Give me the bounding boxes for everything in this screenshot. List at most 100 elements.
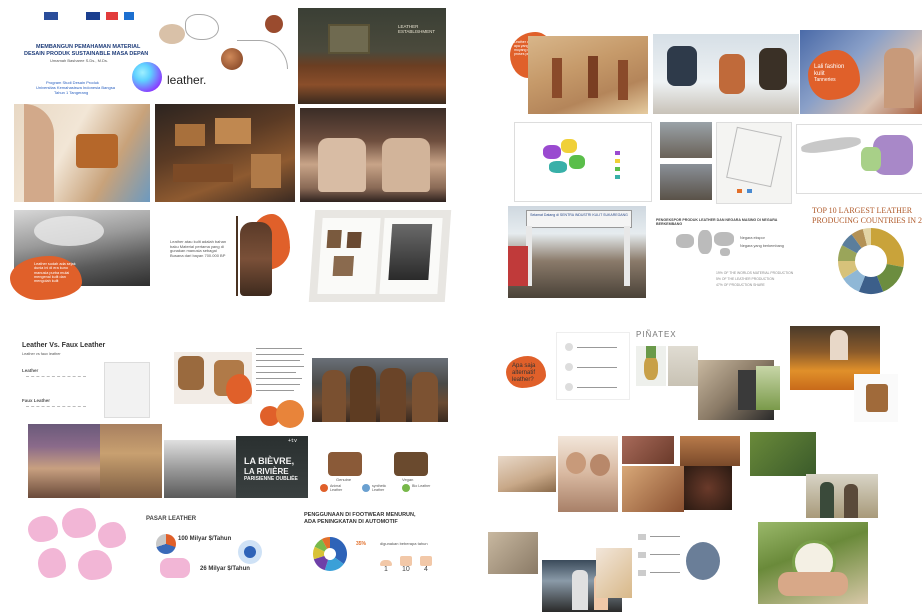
continent-asia xyxy=(714,232,734,246)
continent-americas xyxy=(676,234,694,248)
num-1: 1 xyxy=(384,566,388,573)
photo-tannery-workers xyxy=(100,424,162,498)
shoe-icon xyxy=(380,560,392,566)
donut-slice-0 xyxy=(871,228,904,268)
world-map-caption: PENGEKSPOR PRODUK LEATHER DAN NEGARA MAS… xyxy=(656,218,778,227)
photo-coconut xyxy=(758,522,868,604)
pilot-3 xyxy=(380,368,406,422)
text-line-1 xyxy=(256,348,302,349)
text-column xyxy=(256,348,308,400)
photo-car-interior xyxy=(300,108,446,202)
vs-faux-label: Faux Leather xyxy=(22,398,51,403)
legend-swatch-3 xyxy=(615,167,620,171)
book-photo xyxy=(388,224,433,280)
movie-title-3: PARISIENNE OUBLIÉE xyxy=(244,476,298,482)
continent-africa xyxy=(698,230,712,254)
chair-1 xyxy=(178,356,204,390)
leather-word: leather. xyxy=(167,73,207,87)
blob-text-history: Leather sudah ada sejak dunia ini di era… xyxy=(34,262,76,284)
map-city xyxy=(716,122,792,204)
book-item-1 xyxy=(326,230,342,248)
brown-bag-shape xyxy=(866,384,888,412)
logo-row xyxy=(44,12,144,22)
photo-women-portrait xyxy=(558,436,618,512)
orange-dot-2 xyxy=(276,400,304,428)
world-note-1: 19% OF THE WORLDS MATERIAL PRODUCTION xyxy=(716,271,794,275)
title-slide: MEMBANGUN PEMAHAMAN MATERIAL DESAIN PROD… xyxy=(14,10,162,102)
world-legend-1: Negara ekspor xyxy=(740,236,765,240)
caveman-spear xyxy=(236,216,238,296)
person-arm xyxy=(24,104,54,202)
pilot-4 xyxy=(412,372,438,422)
bag-shape xyxy=(76,134,118,168)
photo-leather-sofa: LEATHER ESTABLISHMENT xyxy=(298,8,446,104)
photo-open-book xyxy=(308,210,452,302)
photo-bievre-old xyxy=(164,440,236,498)
legend-swatch-4 xyxy=(615,175,620,179)
diagram-node-3 xyxy=(565,383,573,391)
info-line-3 xyxy=(650,572,680,573)
pasar-stat-2: 26 Milyar $/Tahun xyxy=(200,566,250,572)
farmer-2 xyxy=(844,484,858,518)
vs-icon-row-1 xyxy=(26,376,86,385)
alt-title-1: Apa saja xyxy=(512,363,536,369)
legend-swatch-2 xyxy=(615,159,620,163)
text-line-6 xyxy=(256,378,302,379)
alt-title-2: alternatif xyxy=(512,370,536,376)
sketch-hand xyxy=(237,40,288,69)
face-2 xyxy=(590,454,610,476)
smoke xyxy=(34,216,104,246)
photo-mushroom-leather-1 xyxy=(498,456,556,492)
photo-brown-wallet xyxy=(680,436,740,466)
world-legend-2: Negara yang berkembang xyxy=(740,244,784,248)
pink-continent-4 xyxy=(38,548,66,578)
bag-icon xyxy=(400,556,412,566)
map-blob-teal xyxy=(549,161,567,173)
leather-vs-faux-slide: Leather Vs. Faux Leather Leather vs faux… xyxy=(22,334,152,420)
photo-leaves xyxy=(750,432,816,476)
jacket-genuine xyxy=(328,452,362,476)
pill-bio xyxy=(402,484,410,492)
donut-chart-title-line1: TOP 10 LARGEST LEATHER xyxy=(812,206,913,215)
city-roads xyxy=(726,126,782,188)
text-line-2 xyxy=(256,354,304,355)
sketch-yarn-1 xyxy=(159,24,185,44)
java-island xyxy=(800,134,862,156)
map-blob-green xyxy=(569,155,585,169)
photo-jumping-people xyxy=(653,34,799,114)
photo-tannery-pools xyxy=(28,424,100,498)
map-legend xyxy=(615,151,643,187)
info-line-2 xyxy=(650,554,680,555)
text-line-3 xyxy=(256,360,300,361)
map-region-1 xyxy=(514,122,652,202)
diagram-node-2 xyxy=(565,363,573,371)
info-line-1 xyxy=(650,536,680,537)
diagram-line-3 xyxy=(577,387,617,388)
photo-handbag xyxy=(14,104,150,202)
street-photos xyxy=(660,122,712,202)
vs-leather-label: Leather xyxy=(22,368,39,373)
pasar-blue-dot xyxy=(244,546,256,558)
slide-title-line2: DESAIN PRODUK SUSTAINABLE MASA DEPAN xyxy=(24,51,149,57)
logo-4 xyxy=(124,12,134,20)
shop-front xyxy=(508,246,528,286)
photo-egyptian-mural xyxy=(528,36,648,114)
pasar-title: PASAR LEATHER xyxy=(146,516,197,522)
workshop-person-1 xyxy=(572,570,588,610)
car-seat-1 xyxy=(318,138,366,192)
num-2: 10 xyxy=(402,566,410,573)
leather-origin-text: Leather atau kulit adalah bahan baku Mat… xyxy=(170,239,227,258)
continent-australia xyxy=(720,248,730,256)
fashion-label-line3: Tanneries xyxy=(814,77,836,83)
pill-animal xyxy=(320,484,328,492)
jumper-2 xyxy=(719,54,745,94)
sofa-caption: LEATHER ESTABLISHMENT xyxy=(398,24,436,35)
legend-swatch-1 xyxy=(615,151,620,155)
street-photo-1 xyxy=(660,122,712,158)
diagram-line-1 xyxy=(577,347,617,348)
world-note-3: 47% OF PRODUCTION SHARE xyxy=(716,283,765,287)
coconut-hands xyxy=(778,572,848,596)
world-map xyxy=(676,228,736,262)
pineapple-body xyxy=(644,356,658,380)
coconut-textile-swatch xyxy=(686,542,720,580)
